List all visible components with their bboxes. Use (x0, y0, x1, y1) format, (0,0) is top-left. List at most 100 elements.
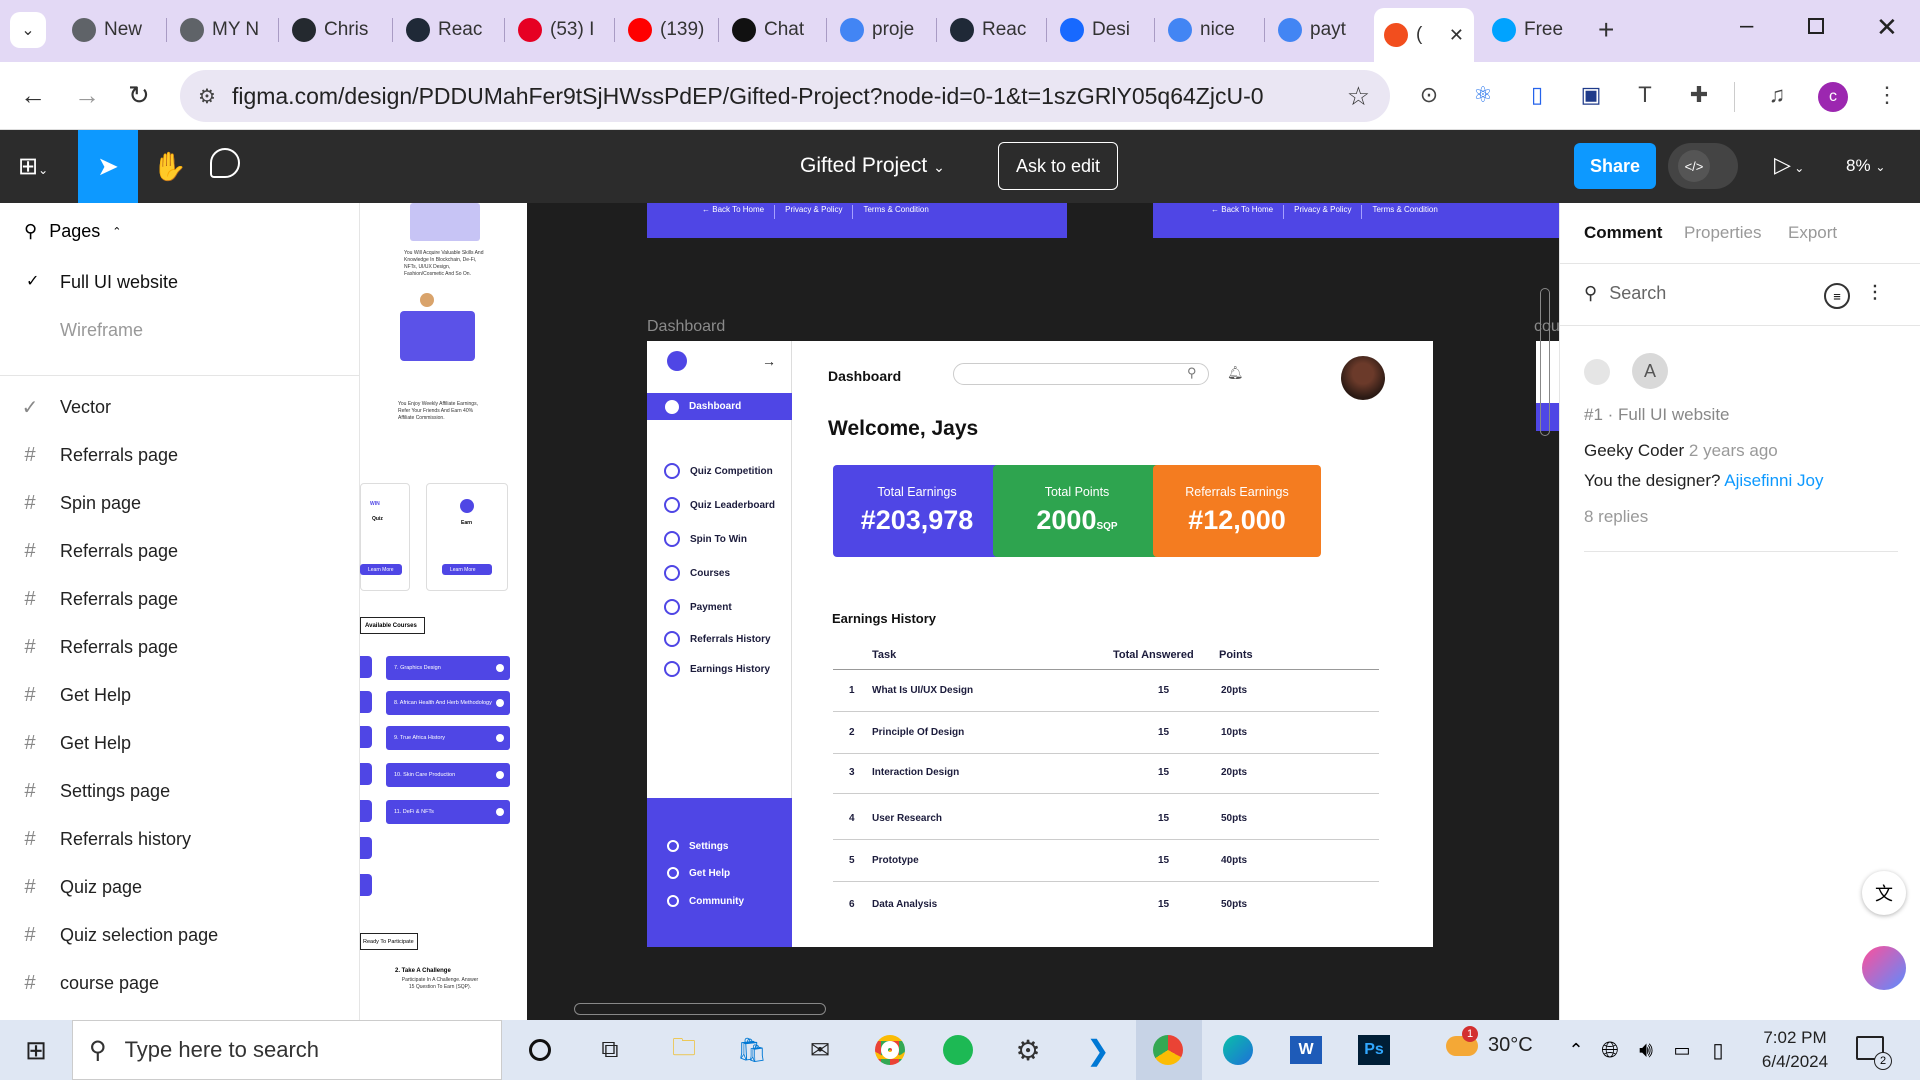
table-row[interactable]: 1 What Is UI/UX Design 15 20pts (833, 685, 1379, 699)
learn-more-button[interactable]: Learn More (442, 564, 492, 575)
minimize-icon[interactable]: – (1740, 12, 1753, 40)
nav-item-dashboard[interactable]: Dashboard (647, 393, 792, 420)
browser-tab[interactable]: nice (1158, 10, 1256, 50)
comment-reference[interactable]: #1 · Full UI website (1584, 405, 1730, 425)
layer-item-frame[interactable]: # Referrals history (0, 815, 359, 863)
ask-to-edit-button[interactable]: Ask to edit (998, 142, 1118, 190)
zoom-level[interactable]: 8% ⌄ (1846, 156, 1885, 176)
panel-tab-properties[interactable]: Properties (1684, 223, 1761, 243)
layer-item-frame[interactable]: # Referrals page (0, 575, 359, 623)
frame-label-dashboard[interactable]: Dashboard (647, 318, 725, 336)
browser-tab[interactable]: Reac (396, 10, 496, 50)
browser-tab[interactable]: Chris (282, 10, 384, 50)
volume-icon[interactable]: 🔊︎ (1626, 1030, 1666, 1070)
font-extension-icon[interactable]: T (1630, 80, 1660, 110)
clipboard-extension-icon[interactable]: ▯ (1522, 80, 1552, 110)
nav-item[interactable]: Courses (664, 565, 730, 581)
layer-item-frame[interactable]: # Get Help (0, 671, 359, 719)
footer-privacy-link[interactable]: Privacy & Policy (1294, 205, 1351, 214)
network-globe-icon[interactable]: 🌐︎ (1590, 1030, 1630, 1070)
assistant-brain-icon[interactable] (1862, 946, 1906, 990)
table-row[interactable]: 4 User Research 15 50pts (833, 813, 1379, 827)
panel-tab-comment[interactable]: Comment (1584, 223, 1662, 243)
participate-button[interactable]: Ready To Participate (360, 933, 418, 950)
search-icon[interactable]: ⚲ (1187, 365, 1197, 381)
horizontal-scrollbar[interactable] (574, 1003, 826, 1015)
layer-item-frame[interactable]: # course page (0, 959, 359, 1007)
spotify-icon[interactable] (938, 1030, 978, 1070)
forward-icon[interactable]: → (74, 80, 100, 111)
comment-replies[interactable]: 8 replies (1584, 507, 1648, 527)
comment-tool-icon[interactable] (210, 148, 240, 178)
dashboard-frame[interactable]: → Dashboard Quiz Competition Quiz Leaderb… (647, 341, 1433, 947)
page-item-wireframe[interactable]: Wireframe (60, 320, 143, 341)
browser-tab[interactable]: (53) I (508, 10, 606, 50)
figma-main-menu-icon[interactable]: ⊞⌄ (18, 152, 48, 181)
file-title[interactable]: Gifted Project ⌄ (800, 154, 945, 178)
cortana-icon[interactable] (520, 1030, 560, 1070)
url-field[interactable]: ⚙ figma.com/design/PDDUMahFer9tSjHWssPdE… (180, 70, 1390, 122)
browser-tab[interactable]: Chat (722, 10, 818, 50)
nav-item[interactable]: Spin To Win (664, 531, 747, 547)
page-item-full-ui[interactable]: Full UI website (60, 272, 178, 293)
dev-mode-toggle[interactable]: </> (1668, 143, 1738, 189)
settings-gear-icon[interactable]: ⚙ (1008, 1030, 1048, 1070)
footer-terms-link[interactable]: Terms & Condition (863, 205, 928, 214)
media-control-icon[interactable]: ♫ (1762, 80, 1792, 110)
learn-more-button[interactable]: Learn More (360, 564, 402, 575)
nav-item[interactable]: Quiz Leaderboard (664, 497, 775, 513)
close-window-icon[interactable]: ✕ (1876, 12, 1898, 43)
arrow-right-icon[interactable]: → (762, 353, 776, 369)
table-row[interactable]: 3 Interaction Design 15 20pts (833, 767, 1379, 781)
react-devtools-icon[interactable]: ⚛ (1468, 80, 1498, 110)
browser-tab[interactable]: payt (1268, 10, 1362, 50)
table-row[interactable]: 6 Data Analysis 15 50pts (833, 899, 1379, 913)
translate-icon[interactable]: 文 (1862, 871, 1906, 915)
layer-item-vector[interactable]: ✓ Vector (0, 383, 359, 431)
course-button[interactable]: 8. African Health And Herb Methodology (386, 691, 510, 715)
vscode-icon[interactable]: ❯ (1078, 1030, 1118, 1070)
search-icon[interactable]: ⚲ (24, 221, 37, 242)
nav-item[interactable]: Payment (664, 599, 732, 615)
design-canvas[interactable]: You Will Acquire Valuable Skills And Kno… (360, 203, 1559, 1020)
browser-tab[interactable]: Reac (940, 10, 1038, 50)
restore-icon[interactable] (1808, 18, 1824, 34)
browser-tab[interactable]: Desi (1050, 10, 1146, 50)
course-button[interactable]: 10. Skin Care Production (386, 763, 510, 787)
bookmark-star-icon[interactable]: ☆ (1347, 81, 1370, 112)
close-tab-icon[interactable]: ✕ (1449, 25, 1464, 46)
layer-item-frame[interactable]: # Settings page (0, 767, 359, 815)
layer-item-frame[interactable]: # Quiz page (0, 863, 359, 911)
tab-list-dropdown-icon[interactable]: ⌄ (10, 12, 46, 48)
browser-tab[interactable]: proje (830, 10, 928, 50)
chrome-profile-icon[interactable] (1148, 1030, 1188, 1070)
file-explorer-icon[interactable]: 🗀︎ (664, 1030, 704, 1070)
task-view-icon[interactable]: ⧉ (590, 1030, 630, 1070)
site-info-icon[interactable]: ⚙ (198, 84, 216, 109)
panel-tab-export[interactable]: Export (1788, 223, 1837, 243)
new-tab-icon[interactable]: + (1598, 14, 1614, 46)
hand-tool-icon[interactable]: ✋ (152, 150, 187, 183)
png-extension-icon[interactable]: ▣ (1576, 80, 1606, 110)
available-courses-button[interactable]: Available Courses (360, 617, 425, 634)
comment-search[interactable]: ⚲ Search (1584, 283, 1666, 304)
course-button[interactable]: 9. True Africa History (386, 726, 510, 750)
windows-start-icon[interactable]: ⊞ (16, 1030, 56, 1070)
taskbar-search[interactable]: ⚲ Type here to search (72, 1020, 502, 1080)
battery-icon[interactable]: ▭ (1662, 1030, 1702, 1070)
layer-item-frame[interactable]: # Referrals page (0, 431, 359, 479)
filter-icon[interactable]: ≡ (1824, 283, 1850, 309)
footer-terms-link[interactable]: Terms & Condition (1372, 205, 1437, 214)
comment-mention[interactable]: Ajisefinni Joy (1724, 471, 1823, 490)
clock[interactable]: 7:02 PM 6/4/2024 (1750, 1026, 1840, 1074)
profile-avatar[interactable]: c (1818, 82, 1848, 112)
extension-icon[interactable]: ⊙ (1414, 80, 1444, 110)
table-row[interactable]: 5 Prototype 15 40pts (833, 855, 1379, 869)
share-button[interactable]: Share (1574, 143, 1656, 189)
course-button[interactable]: 11. DeFi & NFTs (386, 800, 510, 824)
layer-item-frame[interactable]: # Spin page (0, 479, 359, 527)
word-icon[interactable]: W (1286, 1030, 1326, 1070)
reload-icon[interactable]: ↻ (128, 80, 150, 111)
footer-back-link[interactable]: ← Back To Home (1211, 205, 1273, 214)
browser-tab[interactable]: New (62, 10, 158, 50)
